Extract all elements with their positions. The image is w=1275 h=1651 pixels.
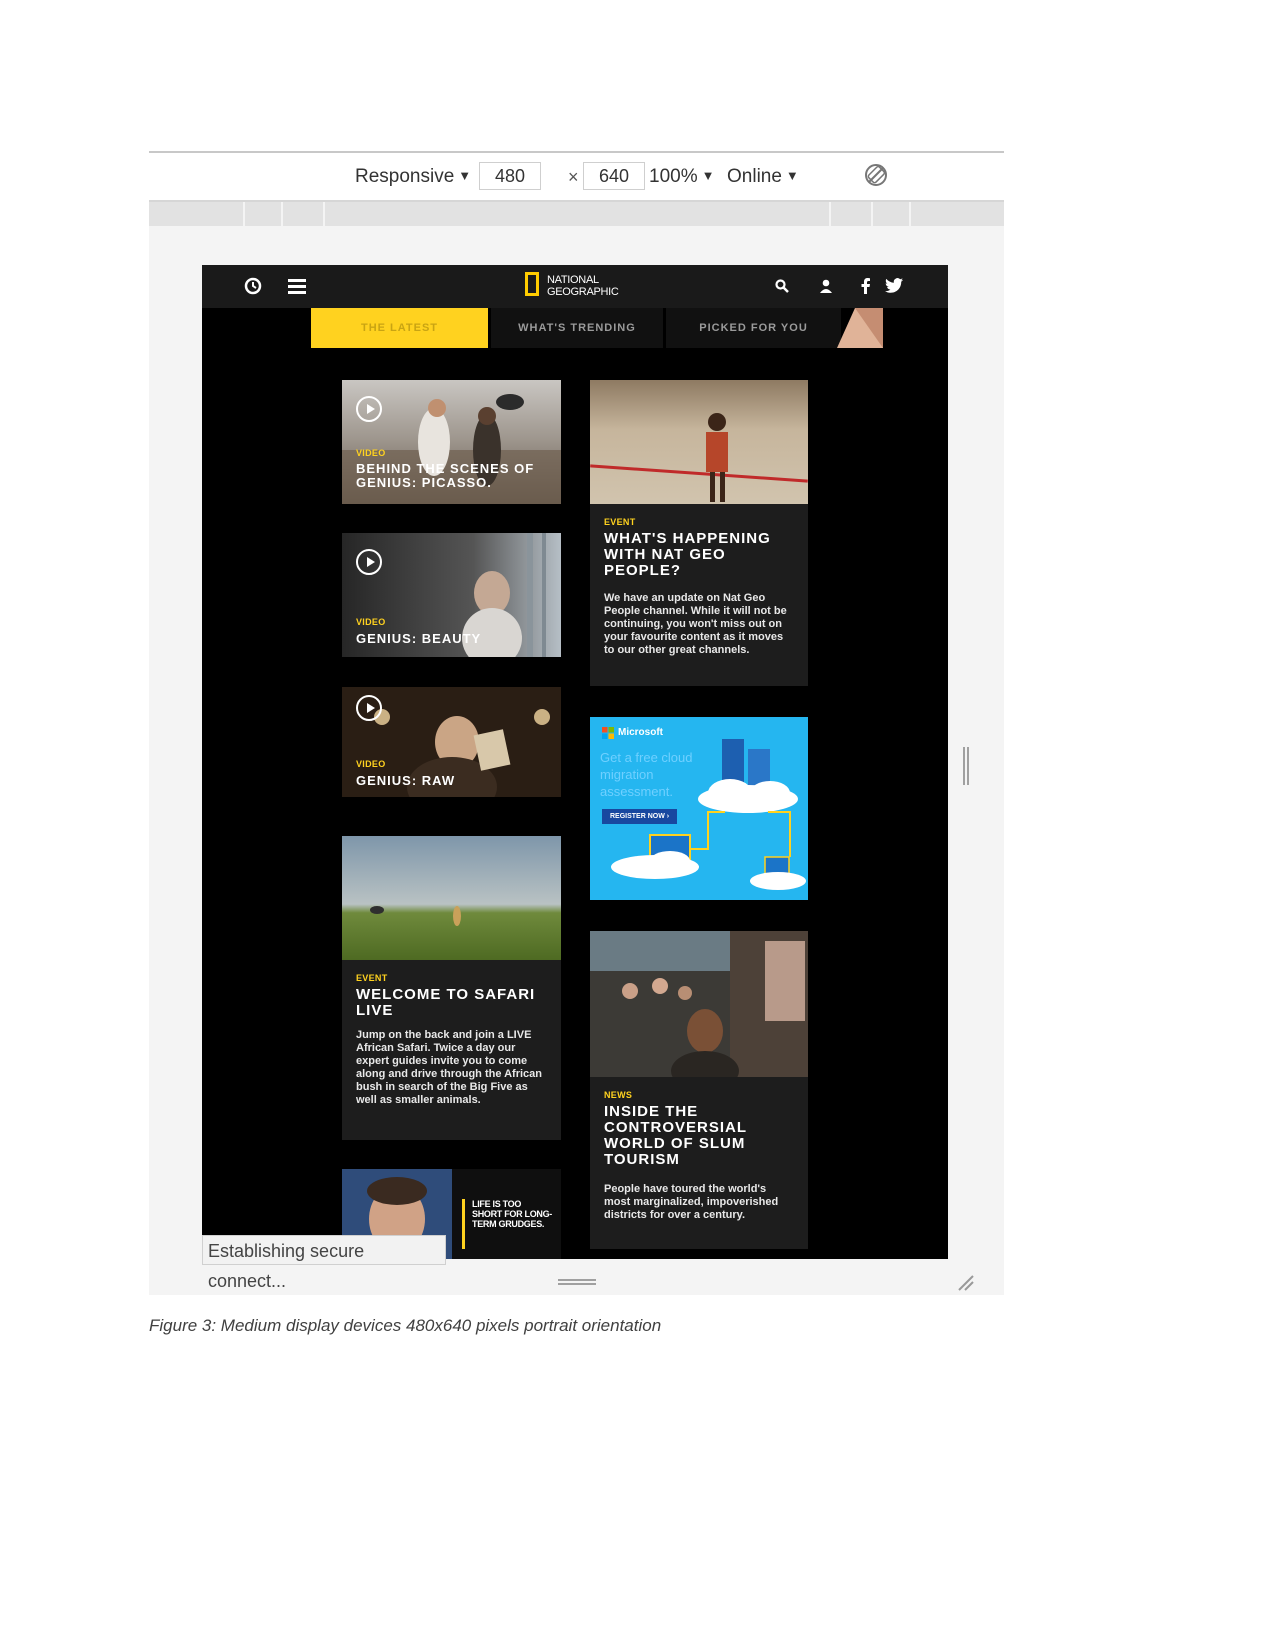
emulated-viewport: NATIONAL GEOGRAPHIC THE LATEST WHAT'S TR…	[202, 265, 948, 1259]
card-headline: GENIUS: RAW	[356, 773, 456, 788]
tab-picked-for-you[interactable]: PICKED FOR YOU	[666, 308, 841, 348]
user-icon[interactable]	[819, 279, 833, 293]
card-kicker: VIDEO	[356, 759, 386, 769]
card-kicker: VIDEO	[356, 448, 386, 458]
chevron-down-icon: ▼	[701, 168, 715, 183]
card-headline: GENIUS: BEAUTY	[356, 631, 482, 646]
media-query-bar[interactable]	[149, 202, 1004, 226]
network-throttle-select[interactable]: Online ▼	[727, 166, 799, 188]
card-kicker: EVENT	[604, 517, 636, 527]
safari-photo	[342, 836, 561, 960]
rotate-icon[interactable]	[863, 162, 889, 188]
natgeo-people-photo	[590, 380, 808, 504]
ad-cloud-illustration	[611, 739, 806, 890]
card-body: People have toured the world's most marg…	[604, 1183, 779, 1221]
logo-line-2: GEOGRAPHIC	[547, 286, 619, 298]
menu-icon[interactable]	[288, 278, 306, 294]
card-headline: INSIDE THE CONTROVERSIAL WORLD OF SLUM T…	[604, 1103, 747, 1168]
resize-handle-bottom[interactable]	[558, 1279, 596, 1285]
card-kicker: EVENT	[356, 973, 388, 983]
tab-the-latest[interactable]: THE LATEST	[311, 308, 488, 348]
tab-whats-trending[interactable]: WHAT'S TRENDING	[491, 308, 663, 348]
media-query-segment[interactable]	[281, 202, 283, 226]
grudges-overlay-text: LIFE IS TOO SHORT FOR LONG-TERM GRUDGES.	[472, 1199, 552, 1229]
next-tab-preview[interactable]	[837, 308, 883, 348]
dimension-separator: ×	[568, 167, 579, 187]
card-genius-beauty[interactable]: VIDEO GENIUS: BEAUTY	[342, 533, 561, 657]
media-query-segment[interactable]	[871, 202, 873, 226]
search-icon[interactable]	[775, 279, 789, 293]
height-input[interactable]: 640	[583, 162, 645, 190]
play-icon[interactable]	[356, 396, 382, 422]
width-input[interactable]: 480	[479, 162, 541, 190]
site-header: NATIONAL GEOGRAPHIC	[202, 265, 948, 308]
card-headline: WELCOME TO SAFARI LIVE	[356, 986, 536, 1019]
chevron-down-icon: ▼	[785, 168, 799, 183]
logo-text: NATIONAL GEOGRAPHIC	[547, 274, 619, 298]
chevron-down-icon: ▼	[458, 168, 472, 183]
card-kicker: NEWS	[604, 1090, 633, 1100]
card-headline: WHAT'S HAPPENING WITH NAT GEO PEOPLE?	[604, 530, 771, 579]
card-slum-tourism[interactable]: NEWS INSIDE THE CONTROVERSIAL WORLD OF S…	[590, 931, 808, 1249]
play-icon[interactable]	[356, 549, 382, 575]
twitter-icon[interactable]	[885, 278, 903, 293]
logo-yellow-border	[525, 272, 539, 296]
figure-caption: Figure 3: Medium display devices 480x640…	[149, 1316, 662, 1335]
device-toolbar: Responsive ▼ 480 × 640 100% ▼ Online ▼	[149, 153, 1004, 202]
network-select-label: Online	[727, 166, 782, 187]
card-body: We have an update on Nat Geo People chan…	[604, 592, 787, 656]
resize-corner-icon[interactable]	[955, 1272, 975, 1292]
browser-status-bar: Establishing secure connect...	[202, 1235, 446, 1291]
play-icon[interactable]	[356, 695, 382, 721]
section-tabs: THE LATEST WHAT'S TRENDING PICKED FOR YO…	[202, 308, 948, 348]
resize-handle-right[interactable]	[963, 747, 969, 785]
nat-geo-logo[interactable]: NATIONAL GEOGRAPHIC	[525, 272, 625, 302]
card-picasso[interactable]: VIDEO BEHIND THE SCENES OF GENIUS: PICAS…	[342, 380, 561, 504]
history-icon[interactable]	[244, 277, 262, 295]
media-query-segment[interactable]	[243, 202, 245, 226]
slum-tourism-photo	[590, 931, 808, 1077]
card-nat-geo-people[interactable]: EVENT WHAT'S HAPPENING WITH NAT GEO PEOP…	[590, 380, 808, 686]
zoom-select-label: 100%	[649, 166, 698, 187]
device-select[interactable]: Responsive ▼	[355, 166, 471, 188]
media-query-segment[interactable]	[829, 202, 831, 226]
card-safari-live[interactable]: EVENT WELCOME TO SAFARI LIVE Jump on the…	[342, 836, 561, 1140]
card-headline: BEHIND THE SCENES OF GENIUS: PICASSO.	[356, 461, 535, 490]
media-query-segment[interactable]	[909, 202, 911, 226]
facebook-icon[interactable]	[861, 278, 871, 294]
zoom-select[interactable]: 100% ▼	[649, 166, 714, 188]
card-body: Jump on the back and join a LIVE African…	[356, 1029, 542, 1106]
microsoft-ad[interactable]: Microsoft Get a free cloud migration ass…	[590, 717, 808, 900]
device-select-label: Responsive	[355, 166, 455, 187]
card-kicker: VIDEO	[356, 617, 386, 627]
card-genius-raw[interactable]: VIDEO GENIUS: RAW	[342, 687, 561, 797]
media-query-segment[interactable]	[323, 202, 325, 226]
logo-line-1: NATIONAL	[547, 274, 599, 286]
